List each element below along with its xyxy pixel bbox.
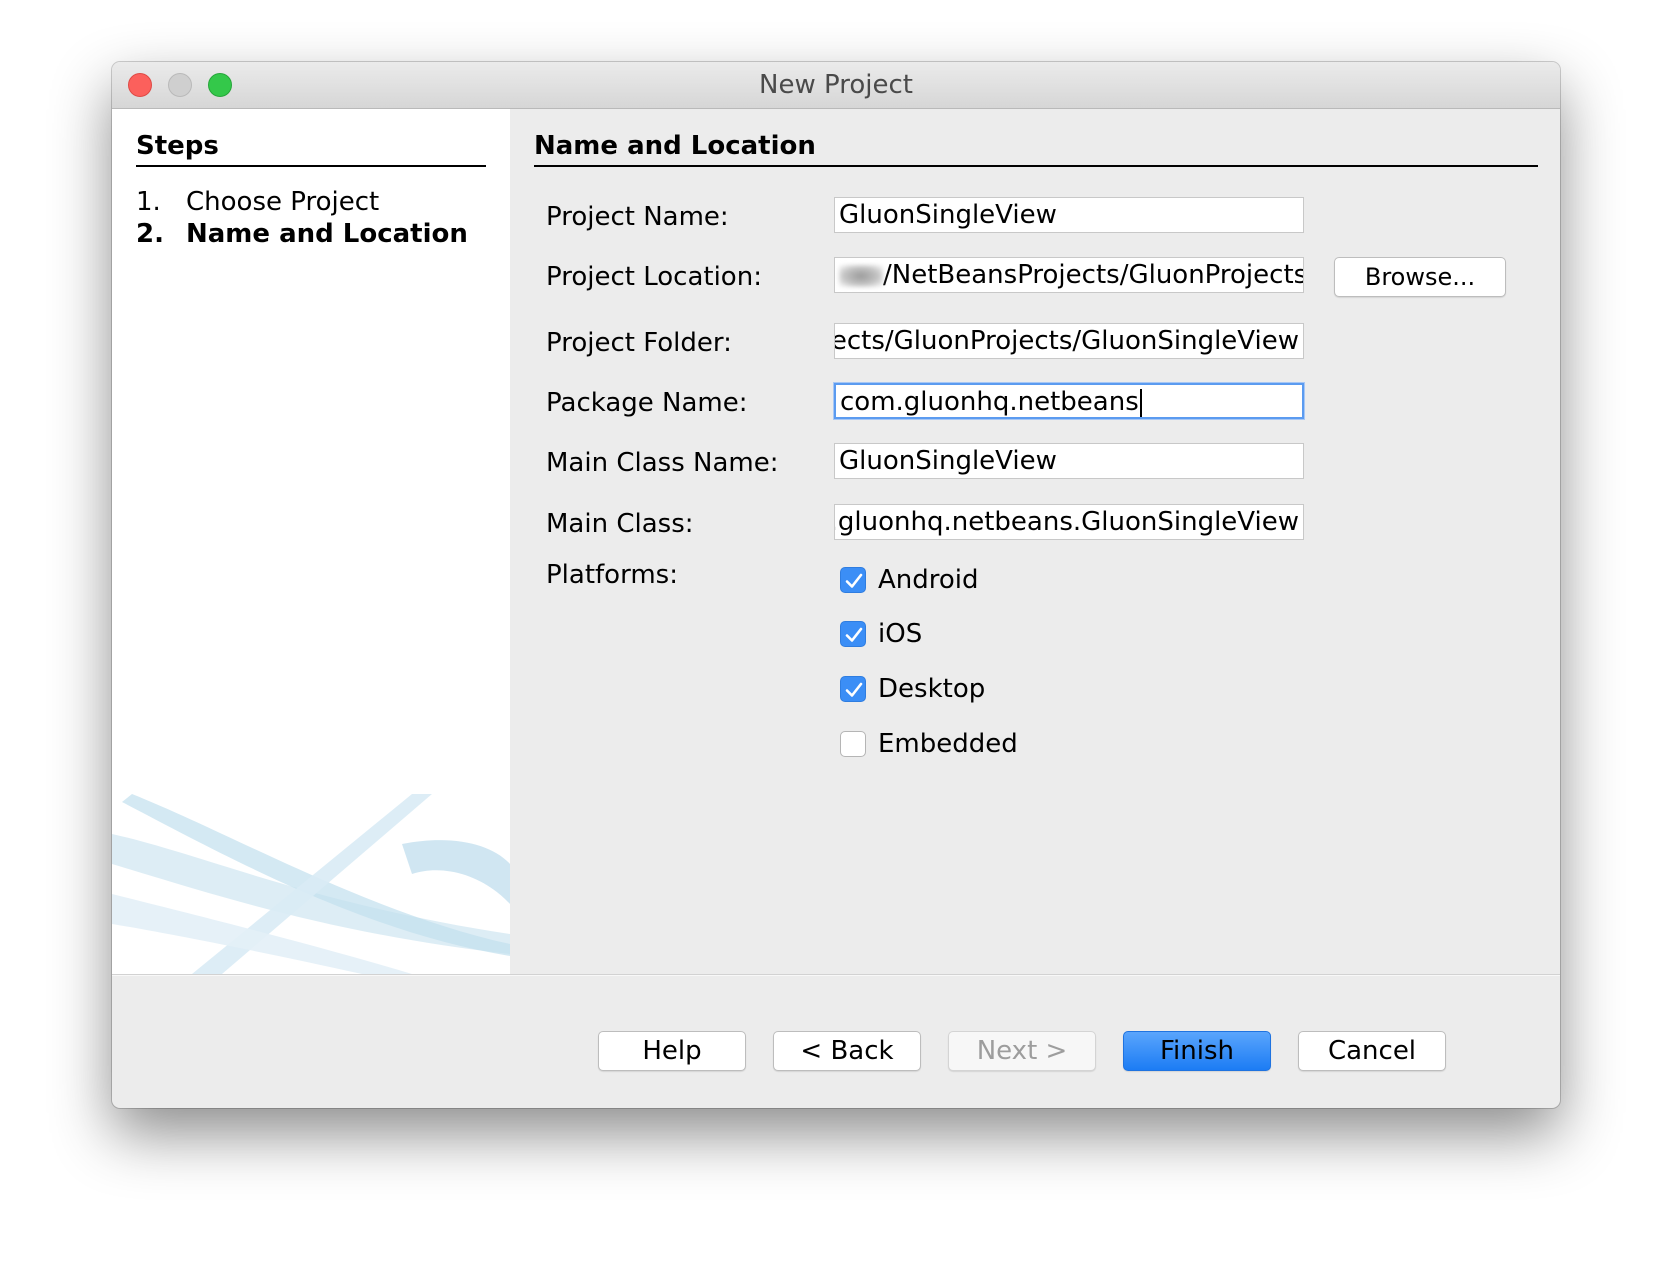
section-title: Name and Location xyxy=(534,131,1538,167)
project-folder-label: Project Folder: xyxy=(546,328,732,358)
main-class-name-label: Main Class Name: xyxy=(546,448,779,478)
main-class-input[interactable]: n.gluonhq.netbeans.GluonSingleView xyxy=(834,504,1304,540)
finish-button[interactable]: Finish xyxy=(1123,1031,1271,1071)
platform-android-label: Android xyxy=(878,565,979,595)
main-class-value: n.gluonhq.netbeans.GluonSingleView xyxy=(834,507,1299,537)
browse-button[interactable]: Browse... xyxy=(1334,257,1506,297)
step-number: 1. xyxy=(136,187,161,217)
next-button[interactable]: Next > xyxy=(948,1031,1096,1071)
platform-ios-label: iOS xyxy=(878,619,923,649)
zoom-window-button[interactable] xyxy=(208,73,232,97)
window-title: New Project xyxy=(759,70,913,100)
checkbox-checked-icon[interactable] xyxy=(840,567,866,593)
project-location-value: /NetBeansProjects/GluonProjects xyxy=(883,260,1304,290)
title-bar[interactable]: New Project xyxy=(112,62,1560,109)
help-button[interactable]: Help xyxy=(598,1031,746,1071)
platform-embedded-label: Embedded xyxy=(878,729,1018,759)
project-name-input[interactable]: GluonSingleView xyxy=(834,197,1304,233)
package-name-input[interactable]: com.gluonhq.netbeans xyxy=(834,383,1304,419)
new-project-dialog: New Project Steps 1. Choose Project 2. Nam… xyxy=(112,62,1560,1108)
project-location-input[interactable]: /NetBeansProjects/GluonProjects xyxy=(834,257,1304,293)
main-class-name-value: GluonSingleView xyxy=(839,446,1057,476)
checkbox-checked-icon[interactable] xyxy=(840,676,866,702)
minimize-window-button[interactable] xyxy=(168,73,192,97)
cancel-button[interactable]: Cancel xyxy=(1298,1031,1446,1071)
project-location-label: Project Location: xyxy=(546,262,762,292)
step-item-name-and-location: 2. Name and Location xyxy=(136,219,468,249)
steps-panel: Steps 1. Choose Project 2. Name and Locati… xyxy=(112,109,510,974)
step-label: Choose Project xyxy=(186,187,380,217)
checkbox-unchecked-icon[interactable] xyxy=(840,731,866,757)
package-name-value: com.gluonhq.netbeans xyxy=(840,387,1139,417)
footer-separator xyxy=(112,974,1560,976)
step-label: Name and Location xyxy=(186,219,468,249)
checkbox-checked-icon[interactable] xyxy=(840,621,866,647)
main-class-name-input[interactable]: GluonSingleView xyxy=(834,443,1304,479)
back-button[interactable]: < Back xyxy=(773,1031,921,1071)
platforms-label: Platforms: xyxy=(546,560,678,590)
step-item-choose-project: 1. Choose Project xyxy=(136,187,379,217)
package-name-label: Package Name: xyxy=(546,388,748,418)
decorative-swoosh-graphic xyxy=(112,794,510,974)
project-folder-value: ects/GluonProjects/GluonSingleView xyxy=(834,326,1299,356)
redacted-path-blur xyxy=(839,264,883,287)
project-name-label: Project Name: xyxy=(546,202,729,232)
project-folder-input[interactable]: ects/GluonProjects/GluonSingleView xyxy=(834,323,1304,359)
text-caret xyxy=(1139,388,1142,417)
project-name-value: GluonSingleView xyxy=(839,200,1057,230)
close-window-button[interactable] xyxy=(128,73,152,97)
platform-desktop-label: Desktop xyxy=(878,674,986,704)
steps-title: Steps xyxy=(136,131,486,167)
main-class-label: Main Class: xyxy=(546,509,694,539)
step-number: 2. xyxy=(136,219,164,249)
